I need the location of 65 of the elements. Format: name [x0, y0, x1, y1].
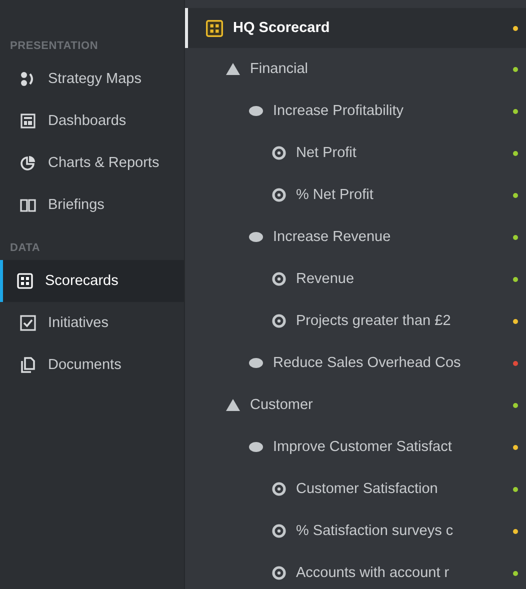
node-label: HQ Scorecard — [233, 20, 330, 36]
tree-row[interactable]: Financial — [185, 48, 526, 90]
section-heading: PRESENTATION — [9, 39, 100, 54]
target-icon — [272, 314, 286, 328]
tree-row[interactable]: Customer — [185, 384, 526, 426]
node-label: Accounts with account r — [296, 565, 450, 581]
sidebar-item[interactable]: Initiatives — [0, 302, 184, 344]
node-label: % Satisfaction surveys c — [296, 523, 454, 539]
item-label: Initiatives — [48, 315, 108, 331]
book-icon — [20, 197, 36, 213]
node-label: Increase Profitability — [273, 103, 404, 119]
tree-row[interactable]: Customer Satisfaction — [185, 468, 526, 510]
target-icon — [272, 146, 286, 160]
tree-row[interactable]: % Satisfaction surveys c — [185, 510, 526, 552]
item-label: Strategy Maps — [48, 71, 142, 87]
pie-chart-icon — [20, 155, 36, 171]
tree-row[interactable]: Revenue — [185, 258, 526, 300]
node-label: Increase Revenue — [273, 229, 391, 245]
node-label: Customer Satisfaction — [296, 481, 438, 497]
dashboard-icon — [20, 113, 36, 129]
tree-row[interactable]: Increase Revenue — [185, 216, 526, 258]
item-label: Charts & Reports — [48, 155, 160, 171]
tree-row[interactable]: Accounts with account r — [185, 552, 526, 589]
item-label: Briefings — [48, 197, 104, 213]
item-label: Documents — [48, 357, 122, 373]
tree-row[interactable]: Improve Customer Satisfact — [185, 426, 526, 468]
target-icon — [272, 272, 286, 286]
tree-row[interactable]: Net Profit — [185, 132, 526, 174]
ellipse-icon — [249, 232, 263, 242]
tree-row[interactable]: Increase Profitability — [185, 90, 526, 132]
node-label: Net Profit — [296, 145, 356, 161]
target-icon — [272, 566, 286, 580]
sidebar-item[interactable]: Charts & Reports — [0, 142, 184, 184]
ellipse-icon — [249, 442, 263, 452]
node-label: Improve Customer Satisfact — [273, 439, 452, 455]
sidebar-item[interactable]: Scorecards — [0, 260, 184, 302]
item-label: Dashboards — [48, 113, 126, 129]
scorecard-icon — [17, 273, 33, 289]
section-heading: DATA — [9, 241, 42, 256]
ellipse-icon — [249, 106, 263, 116]
tree-row[interactable]: Projects greater than £2 — [185, 300, 526, 342]
triangle-icon — [226, 399, 240, 411]
ellipse-icon — [249, 358, 263, 368]
tree-row[interactable]: % Net Profit — [185, 174, 526, 216]
scorecard-header[interactable]: HQ Scorecard — [185, 8, 526, 48]
tree-row[interactable]: Reduce Sales Overhead Cos — [185, 342, 526, 384]
scorecard-icon — [206, 20, 223, 36]
node-label: Customer — [250, 397, 313, 413]
checkbox-icon — [20, 315, 36, 331]
item-label: Scorecards — [45, 273, 118, 289]
sidebar-item[interactable]: Documents — [0, 344, 184, 386]
sidebar-item[interactable]: Dashboards — [0, 100, 184, 142]
node-label: Revenue — [296, 271, 354, 287]
node-label: Reduce Sales Overhead Cos — [273, 355, 461, 371]
strategy-map-icon — [20, 71, 36, 87]
node-label: Financial — [250, 61, 308, 77]
target-icon — [272, 188, 286, 202]
sidebar-item[interactable]: Briefings — [0, 184, 184, 226]
target-icon — [272, 524, 286, 538]
node-label: % Net Profit — [296, 187, 374, 203]
node-label: Projects greater than £2 — [296, 313, 451, 329]
target-icon — [272, 482, 286, 496]
triangle-icon — [226, 63, 240, 75]
sidebar-item[interactable]: Strategy Maps — [0, 58, 184, 100]
documents-icon — [20, 357, 36, 373]
